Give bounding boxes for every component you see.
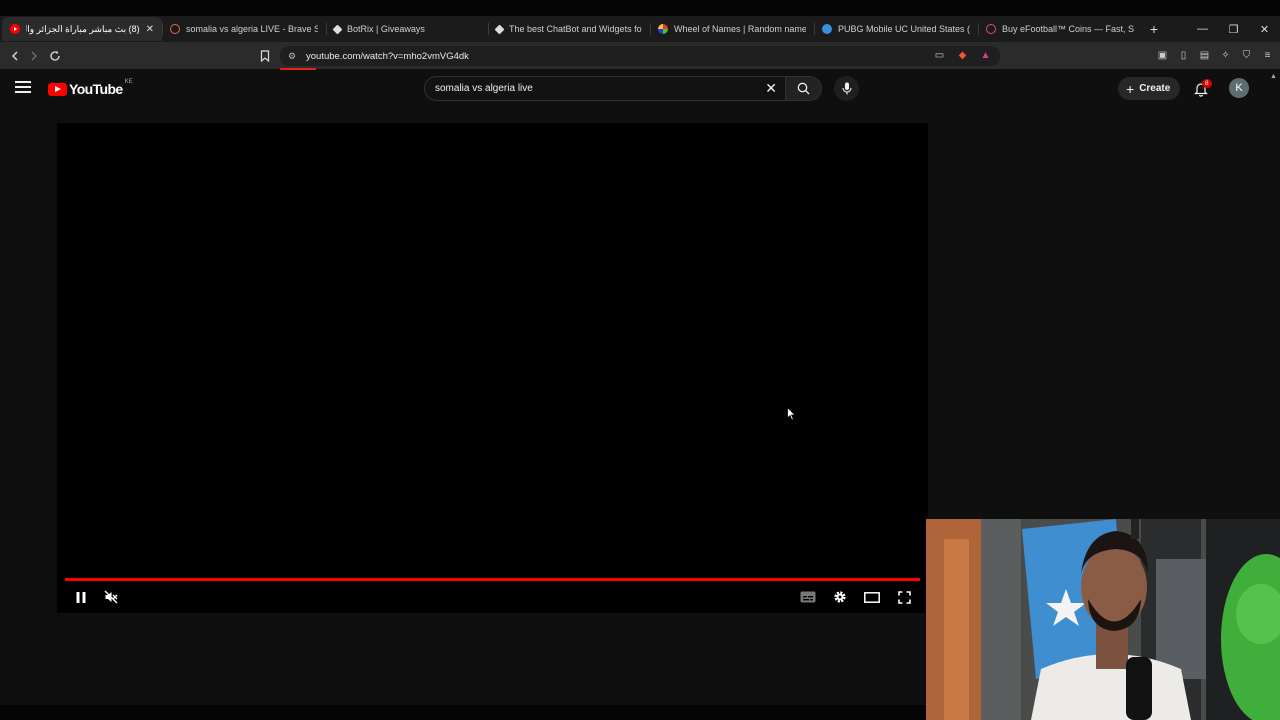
url-text[interactable]: youtube.com/watch?v=mho2vmVG4dk [306, 51, 469, 62]
tab-wheel-of-names[interactable]: Wheel of Names | Random name picker [650, 17, 814, 41]
pubg-icon [822, 24, 832, 34]
settings-button[interactable] [830, 587, 850, 607]
tab-pubg-uc[interactable]: PUBG Mobile UC United States (USA) [814, 17, 978, 41]
close-window-icon[interactable]: ✕ [1249, 16, 1280, 42]
tab-strip: (8) بث مباشر مباراة الجزائر والصو... ✕ s… [0, 16, 1280, 42]
address-toolbar: ⚙ youtube.com/watch?v=mho2vmVG4dk ▭ ◆ ▲ … [0, 42, 1280, 70]
reload-button[interactable] [46, 47, 64, 65]
fullscreen-icon [897, 590, 911, 604]
notification-badge: 8 [1202, 79, 1212, 88]
muted-speaker-icon [104, 590, 118, 604]
tab-botrix-giveaways[interactable]: BotRix | Giveaways [326, 17, 488, 41]
brave-icon [170, 24, 180, 34]
country-code: KE [124, 79, 133, 85]
efootball-icon [986, 24, 996, 34]
streamer-webcam-image [926, 519, 1280, 720]
menu-icon[interactable]: ≡ [1261, 48, 1274, 62]
voice-search-button[interactable] [834, 76, 859, 101]
mute-button[interactable] [101, 587, 121, 607]
video-player[interactable] [57, 123, 928, 613]
brave-rewards-icon[interactable]: ▲ [979, 49, 992, 62]
youtube-play-icon [48, 82, 67, 96]
forward-arrow-icon [31, 51, 37, 61]
tab-label: (8) بث مباشر مباراة الجزائر والصو... [26, 23, 140, 34]
clear-search-icon[interactable]: ✕ [765, 81, 777, 96]
gear-icon [834, 591, 846, 603]
mouse-cursor-icon [787, 407, 796, 421]
tab-efootball-coins[interactable]: Buy eFootball™ Coins — Fast, Secure [978, 17, 1142, 41]
forward-button[interactable] [25, 47, 43, 65]
brave-shield-icon[interactable]: ◆ [956, 49, 969, 62]
progress-played [65, 578, 920, 581]
wheel-icon [658, 24, 668, 34]
youtube-masthead: YouTube KE somalia vs algeria live ✕ + C… [0, 71, 1280, 107]
url-bar[interactable]: ⚙ youtube.com/watch?v=mho2vmVG4dk ▭ ◆ ▲ [280, 46, 1000, 66]
cast-icon[interactable]: ▭ [933, 49, 946, 62]
tab-botrix-chatbot[interactable]: The best ChatBot and Widgets for Kick [488, 17, 650, 41]
tab-label: BotRix | Giveaways [347, 24, 425, 34]
pause-button[interactable] [71, 587, 91, 607]
tab-label: PUBG Mobile UC United States (USA) [838, 24, 970, 34]
close-tab-icon[interactable]: ✕ [146, 24, 154, 35]
search-query[interactable]: somalia vs algeria live [435, 83, 533, 94]
bottom-strip [0, 705, 926, 720]
sidebar-icon[interactable]: ▯ [1177, 48, 1190, 62]
bookmark-icon [260, 50, 270, 62]
create-button[interactable]: + Create [1118, 77, 1181, 100]
bookmark-button[interactable] [256, 47, 274, 65]
reading-list-icon[interactable]: ▣ [1156, 48, 1169, 62]
tab-label: Buy eFootball™ Coins — Fast, Secure [1002, 24, 1134, 34]
youtube-icon [10, 24, 20, 34]
search-button[interactable] [786, 76, 822, 101]
theater-mode-button[interactable] [862, 587, 882, 607]
reload-icon [50, 50, 60, 61]
minimize-icon[interactable]: — [1187, 16, 1218, 42]
botrix-icon [494, 24, 505, 34]
create-label: Create [1139, 83, 1171, 94]
new-tab-button[interactable]: + [1144, 19, 1164, 39]
logo-wordmark: YouTube [69, 81, 123, 97]
theater-mode-icon [864, 591, 880, 603]
back-button[interactable] [6, 47, 24, 65]
tab-brave-search[interactable]: somalia vs algeria LIVE - Brave Search [162, 17, 326, 41]
back-arrow-icon [12, 51, 18, 61]
youtube-logo[interactable]: YouTube KE [48, 79, 133, 97]
progress-bar[interactable] [65, 578, 920, 581]
tab-youtube[interactable]: (8) بث مباشر مباراة الجزائر والصو... ✕ [2, 17, 162, 41]
title-strip [0, 0, 1280, 16]
restore-icon[interactable]: ❐ [1218, 16, 1249, 42]
tab-label: The best ChatBot and Widgets for Kick [509, 24, 642, 34]
wallet-icon[interactable]: ▤ [1198, 48, 1211, 62]
pause-icon [76, 591, 86, 603]
plus-icon: + [1126, 80, 1135, 97]
browser-tools: ▣ ▯ ▤ ✧ ⛉ ≡ [1156, 48, 1274, 62]
tab-label: Wheel of Names | Random name picker [674, 24, 806, 34]
page-load-progress [280, 68, 316, 70]
microphone-icon [841, 82, 852, 95]
site-info-icon[interactable]: ⚙ [286, 50, 298, 62]
window-controls: — ❐ ✕ [1187, 16, 1280, 42]
subtitles-icon [800, 591, 816, 603]
fullscreen-button[interactable] [894, 587, 914, 607]
leo-ai-icon[interactable]: ✧ [1219, 48, 1232, 62]
avatar[interactable]: K [1229, 78, 1249, 98]
search-icon [797, 82, 810, 95]
guide-menu-icon[interactable] [15, 81, 31, 95]
scroll-up-icon[interactable]: ▲ [1270, 73, 1278, 81]
webcam-overlay [926, 519, 1280, 720]
subtitles-button[interactable] [798, 587, 818, 607]
search-input[interactable]: somalia vs algeria live ✕ [424, 76, 786, 101]
tab-label: somalia vs algeria LIVE - Brave Search [186, 24, 318, 34]
botrix-icon [332, 24, 343, 34]
vpn-icon[interactable]: ⛉ [1240, 48, 1253, 62]
